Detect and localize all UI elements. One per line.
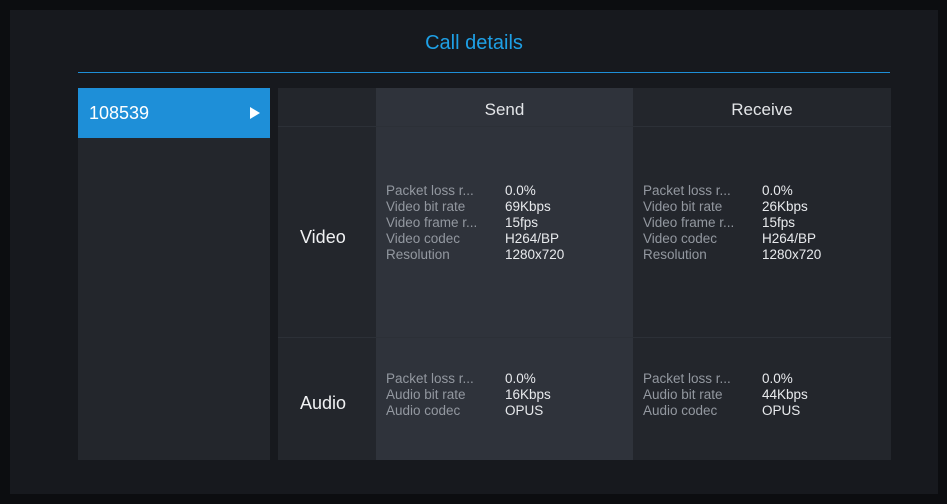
call-list: 108539 — [78, 88, 270, 460]
stat-name: Packet loss r... — [643, 371, 731, 386]
stat-name: Audio codec — [386, 403, 461, 418]
video-send-stats: Packet loss r... 0.0% Video bit rate 69Kbp… — [386, 183, 564, 263]
stat-name: Audio bit rate — [386, 387, 466, 402]
audio-row-label: Audio — [300, 393, 347, 413]
stat-name: Packet loss r... — [386, 183, 474, 198]
stat-value: H264/BP — [505, 231, 560, 246]
stat-name: Packet loss r... — [386, 371, 474, 386]
stat-row: Audio bit rate 16Kbps — [386, 387, 551, 403]
stat-name: Resolution — [386, 247, 450, 262]
stat-row: Packet loss r... 0.0% — [643, 183, 821, 199]
stat-value: 1280x720 — [762, 247, 822, 262]
title-divider — [78, 72, 890, 73]
stat-name: Video bit rate — [386, 199, 466, 214]
stat-value: 0.0% — [762, 183, 793, 198]
stat-value: 0.0% — [762, 371, 793, 386]
video-row-label: Video — [300, 227, 346, 247]
stat-row: Audio codec OPUS — [386, 403, 551, 419]
stat-value: 1280x720 — [505, 247, 565, 262]
stat-value: 0.0% — [505, 371, 536, 386]
stat-name: Audio codec — [643, 403, 718, 418]
stat-value: 15fps — [505, 215, 539, 230]
stat-name: Video bit rate — [643, 199, 723, 214]
stat-row: Video frame r... 15fps — [643, 215, 821, 231]
send-column-header: Send — [484, 100, 525, 119]
stat-row: Audio bit rate 44Kbps — [643, 387, 808, 403]
stat-value: 69Kbps — [505, 199, 551, 214]
stat-row: Video codec H264/BP — [643, 231, 821, 247]
stat-row: Resolution 1280x720 — [643, 247, 821, 263]
stat-name: Packet loss r... — [643, 183, 731, 198]
stat-row: Video bit rate 69Kbps — [386, 199, 564, 215]
stat-name: Video frame r... — [386, 215, 478, 230]
stat-row: Audio codec OPUS — [643, 403, 808, 419]
header-divider — [278, 126, 891, 127]
stat-name: Video codec — [643, 231, 718, 246]
stat-row: Packet loss r... 0.0% — [386, 371, 551, 387]
audio-receive-stats: Packet loss r... 0.0% Audio bit rate 44Kbp… — [643, 371, 808, 419]
stat-value: OPUS — [762, 403, 801, 418]
audio-send-stats: Packet loss r... 0.0% Audio bit rate 16Kbp… — [386, 371, 551, 419]
play-icon — [250, 107, 260, 119]
stat-value: 16Kbps — [505, 387, 551, 402]
stat-value: 15fps — [762, 215, 796, 230]
stat-row: Packet loss r... 0.0% — [386, 183, 564, 199]
stat-name: Video frame r... — [643, 215, 735, 230]
stat-value: 44Kbps — [762, 387, 808, 402]
call-item-108539[interactable]: 108539 — [78, 88, 270, 138]
stat-row: Video frame r... 15fps — [386, 215, 564, 231]
stat-row: Packet loss r... 0.0% — [643, 371, 808, 387]
call-details-screen: Call details 108539 Send Receive Video A… — [10, 10, 938, 494]
stat-name: Video codec — [386, 231, 461, 246]
stat-value: 26Kbps — [762, 199, 808, 214]
stat-row: Resolution 1280x720 — [386, 247, 564, 263]
stat-row: Video codec H264/BP — [386, 231, 564, 247]
receive-column-header: Receive — [731, 100, 793, 119]
stat-value: 0.0% — [505, 183, 536, 198]
stat-name: Resolution — [643, 247, 707, 262]
stat-value: OPUS — [505, 403, 544, 418]
stat-row: Video bit rate 26Kbps — [643, 199, 821, 215]
page-title: Call details — [425, 32, 523, 54]
video-receive-stats: Packet loss r... 0.0% Video bit rate 26Kbp… — [643, 183, 821, 263]
call-item-label: 108539 — [89, 103, 150, 123]
stat-value: H264/BP — [762, 231, 817, 246]
section-divider — [278, 337, 891, 338]
stats-panel: Send Receive Video Audio Packet loss r..… — [278, 88, 891, 460]
stat-name: Audio bit rate — [643, 387, 723, 402]
